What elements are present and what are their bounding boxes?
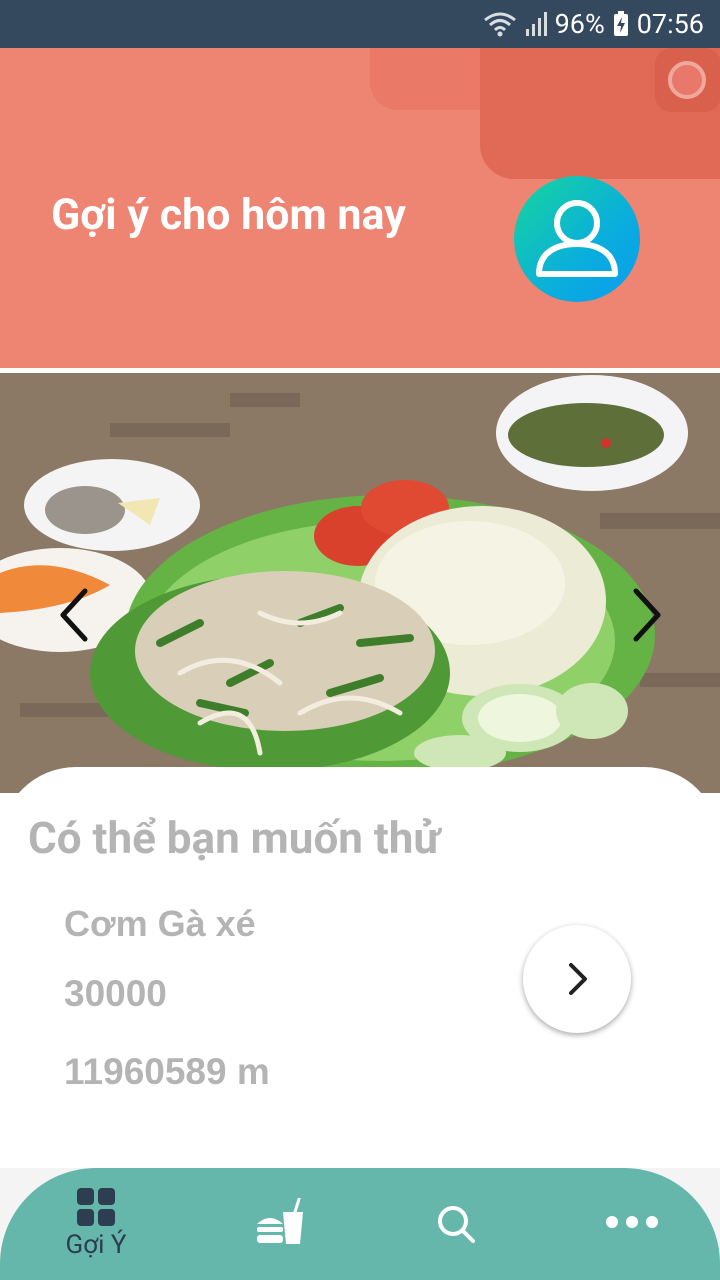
search-icon (438, 1206, 475, 1243)
carousel-next-button[interactable] (626, 585, 666, 645)
floating-assist-button[interactable] (655, 48, 720, 112)
clock: 07:56 (636, 8, 704, 40)
dish-price: 30000 (64, 973, 167, 1014)
nav-item-search[interactable] (433, 1168, 479, 1280)
profile-button[interactable] (514, 176, 640, 302)
nav-item-goi-y[interactable]: Gợi Ý (56, 1168, 136, 1280)
header: Gợi ý cho hôm nay (0, 48, 720, 368)
chevron-right-icon (569, 963, 587, 995)
battery-charging-icon (613, 11, 628, 36)
status-indicators: 96% 07:56 (483, 0, 704, 48)
carousel-prev-button[interactable] (55, 585, 95, 645)
nav-item-label: Gợi Ý (65, 1230, 127, 1260)
food-photo (0, 373, 720, 793)
section-title: Có thể bạn muốn thử (28, 812, 441, 864)
dish-detail-button[interactable] (523, 925, 631, 1033)
nav-item-menu[interactable] (250, 1168, 310, 1280)
dish-name: Cơm Gà xé (64, 903, 256, 944)
more-icon (606, 1216, 658, 1228)
page-title: Gợi ý cho hôm nay (51, 190, 406, 240)
status-bar: 96% 07:56 (0, 0, 720, 48)
food-carousel[interactable] (0, 373, 720, 793)
user-icon (536, 200, 618, 277)
burger-drink-icon (257, 1198, 303, 1244)
circle-icon (668, 61, 706, 99)
battery-level: 96% (554, 8, 605, 40)
nav-item-more[interactable] (602, 1168, 662, 1280)
wifi-icon (483, 12, 516, 37)
dish-distance: 11960589 m (64, 1051, 270, 1092)
signal-icon (525, 12, 547, 36)
grid-icon (77, 1188, 115, 1226)
